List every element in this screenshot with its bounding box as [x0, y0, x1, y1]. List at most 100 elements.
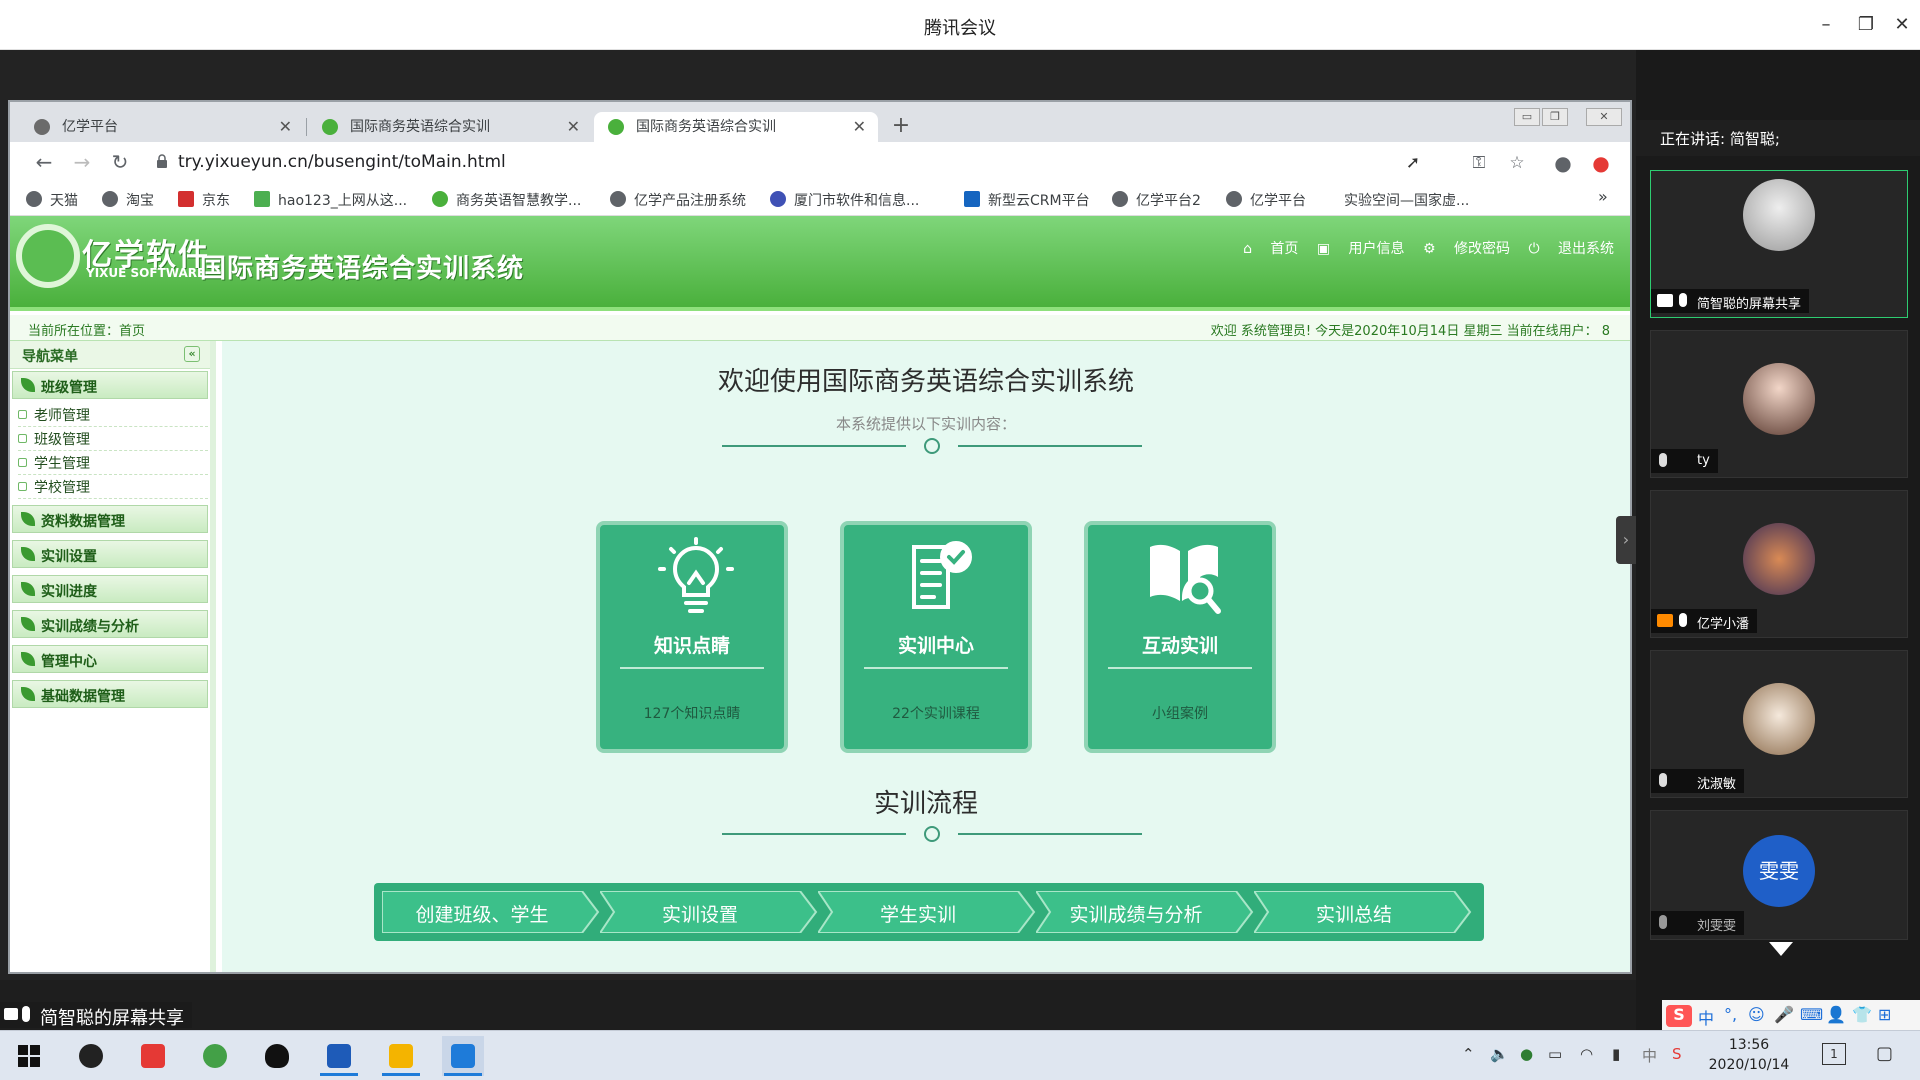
ime-punct[interactable]: °, — [1724, 1005, 1737, 1024]
taskbar-app[interactable] — [70, 1036, 112, 1076]
nav-group[interactable]: 班级管理 — [12, 371, 208, 399]
screen-share-icon — [4, 1008, 18, 1020]
bookmark-item[interactable]: 亿学平台2 — [1112, 190, 1201, 210]
tray-app-icon[interactable]: ● — [1520, 1045, 1533, 1063]
ime-mode[interactable]: 中 — [1698, 1005, 1714, 1029]
restore-icon[interactable]: ❐ — [1852, 12, 1880, 38]
tab-close-icon[interactable]: ✕ — [279, 112, 292, 142]
bookmark-item[interactable]: 京东 — [178, 190, 230, 210]
emoji-icon[interactable]: ☺ — [1748, 1005, 1765, 1024]
bookmark-item[interactable]: 淘宝 — [102, 190, 154, 210]
change-password-link[interactable]: ⚙ 修改密码 — [1423, 241, 1510, 257]
taskbar-app[interactable] — [442, 1036, 484, 1076]
participant-tile[interactable]: 沈淑敏 — [1650, 650, 1908, 798]
avatar — [1743, 523, 1815, 595]
bookmark-item[interactable]: hao123_上网从这... — [254, 190, 407, 210]
skin-icon[interactable]: 👕 — [1852, 1005, 1872, 1024]
nav-group[interactable]: 资料数据管理 — [12, 505, 208, 533]
key-icon[interactable]: ⚿ — [1468, 152, 1490, 174]
profile-icon[interactable]: ● — [1552, 152, 1574, 174]
item-bullet-icon — [18, 434, 27, 443]
nav-group[interactable]: 基础数据管理 — [12, 680, 208, 708]
browser-tab[interactable]: 国际商务英语综合实训 ✕ — [308, 112, 592, 142]
start-button[interactable] — [8, 1036, 50, 1076]
bookmark-item[interactable]: 新型云CRM平台 — [964, 190, 1090, 210]
participant-tile[interactable]: 简智聪的屏幕共享 — [1650, 170, 1908, 318]
nav-group[interactable]: 实训设置 — [12, 540, 208, 568]
flow-step[interactable]: 学生实训 — [818, 891, 1038, 933]
taskbar-app[interactable] — [132, 1036, 174, 1076]
bookmark-item[interactable]: 亿学平台 — [1226, 190, 1306, 210]
star-icon[interactable]: ☆ — [1506, 152, 1528, 174]
browser-tab-active[interactable]: 国际商务英语综合实训 ✕ — [594, 112, 878, 142]
nav-subitem[interactable]: 班级管理 — [18, 425, 208, 451]
bookmark-item[interactable]: 天猫 — [26, 190, 78, 210]
volume-icon[interactable]: 🔈 — [1490, 1045, 1509, 1063]
globe-icon — [1112, 191, 1128, 207]
close-icon[interactable]: ✕ — [1888, 12, 1916, 38]
action-center-icon[interactable]: ▢ — [1876, 1043, 1893, 1064]
tab-close-icon[interactable]: ✕ — [853, 112, 866, 142]
item-bullet-icon — [18, 458, 27, 467]
nav-group[interactable]: 管理中心 — [12, 645, 208, 673]
reload-icon[interactable]: ↻ — [108, 150, 132, 174]
notification-count[interactable]: 1 — [1822, 1043, 1846, 1065]
bookmark-item[interactable]: 实验空间—国家虚... — [1344, 190, 1469, 210]
bookmark-item[interactable]: 厦门市软件和信息... — [770, 190, 919, 210]
sogou-icon[interactable]: S — [1666, 1005, 1692, 1027]
card-interactive-training[interactable]: 互动实训 小组案例 — [1084, 521, 1276, 753]
nav-subitem[interactable]: 老师管理 — [18, 401, 208, 427]
flow-step[interactable]: 创建班级、学生 — [382, 891, 602, 933]
wifi-icon[interactable]: ◠ — [1580, 1045, 1593, 1063]
back-icon[interactable]: ← — [32, 150, 56, 174]
nav-subitem[interactable]: 学校管理 — [18, 473, 208, 499]
collapse-icon[interactable]: « — [184, 346, 200, 362]
new-tab-icon[interactable]: + — [886, 112, 916, 142]
minimize-icon[interactable]: – — [1812, 12, 1840, 38]
taskbar-app[interactable] — [194, 1036, 236, 1076]
address-bar-row: ← → ↻ try.yixueyun.cn/busengint/toMain.h… — [10, 142, 1630, 182]
keyboard-icon[interactable]: ⌨ — [1800, 1005, 1823, 1024]
taskbar-app[interactable] — [256, 1036, 298, 1076]
flow-step[interactable]: 实训设置 — [600, 891, 820, 933]
expand-panel-icon[interactable]: › — [1616, 516, 1636, 564]
flow-step[interactable]: 实训总结 — [1254, 891, 1474, 933]
voice-icon[interactable]: 🎤 — [1774, 1005, 1794, 1024]
forward-icon[interactable]: → — [70, 150, 94, 174]
card-knowledge[interactable]: 知识点睛 127个知识点睛 — [596, 521, 788, 753]
home-link[interactable]: ⌂ 首页 — [1243, 241, 1298, 257]
bookmark-item[interactable]: 亿学产品注册系统 — [610, 190, 746, 210]
user-icon[interactable]: 👤 — [1826, 1005, 1846, 1024]
nav-sidebar: 导航菜单 « 班级管理 老师管理 班级管理 学生管理 学校管理 资料数据管理 实… — [10, 341, 216, 972]
url-input[interactable]: try.yixueyun.cn/busengint/toMain.html — [178, 152, 506, 172]
nav-group[interactable]: 实训成绩与分析 — [12, 610, 208, 638]
system-clock[interactable]: 13:56 2020/10/14 — [1694, 1035, 1804, 1075]
card-training-center[interactable]: 实训中心 22个实训课程 — [840, 521, 1032, 753]
participant-tile[interactable]: ty — [1650, 330, 1908, 478]
browser-tab[interactable]: 亿学平台 ✕ — [20, 112, 304, 142]
user-info-link[interactable]: ▣ 用户信息 — [1317, 241, 1405, 257]
browser-minimize-icon[interactable]: ▭ — [1514, 108, 1540, 126]
participant-tile[interactable]: 雯雯 刘雯雯 — [1650, 810, 1908, 940]
toolbox-icon[interactable]: ⊞ — [1878, 1005, 1891, 1024]
nav-group[interactable]: 实训进度 — [12, 575, 208, 603]
scroll-down-icon[interactable] — [1769, 942, 1793, 956]
tab-close-icon[interactable]: ✕ — [567, 112, 580, 142]
taskbar-app[interactable] — [380, 1036, 422, 1076]
main-content: 欢迎使用国际商务英语综合实训系统 本系统提供以下实训内容： 知识点睛 127个知… — [222, 341, 1630, 972]
logout-link[interactable]: ⏻ 退出系统 — [1528, 241, 1614, 257]
flow-step[interactable]: 实训成绩与分析 — [1036, 891, 1256, 933]
tray-expand-icon[interactable]: ⌃ — [1462, 1045, 1475, 1063]
bookmark-item[interactable]: 商务英语智慧教学... — [432, 190, 581, 210]
browser-close-icon[interactable]: ✕ — [1586, 108, 1622, 126]
more-bookmarks-icon[interactable]: » — [1598, 187, 1608, 206]
microphone-icon[interactable]: ▮ — [1612, 1045, 1620, 1063]
browser-restore-icon[interactable]: ❐ — [1542, 108, 1568, 126]
ime-indicator[interactable]: 中 — [1642, 1045, 1657, 1066]
battery-icon[interactable]: ▭ — [1548, 1045, 1562, 1063]
participant-tile[interactable]: 亿学小潘 — [1650, 490, 1908, 638]
nav-subitem[interactable]: 学生管理 — [18, 449, 208, 475]
sogou-tray-icon[interactable]: S — [1672, 1045, 1682, 1063]
taskbar-app[interactable] — [318, 1036, 360, 1076]
extension-icon[interactable]: ● — [1590, 152, 1612, 174]
